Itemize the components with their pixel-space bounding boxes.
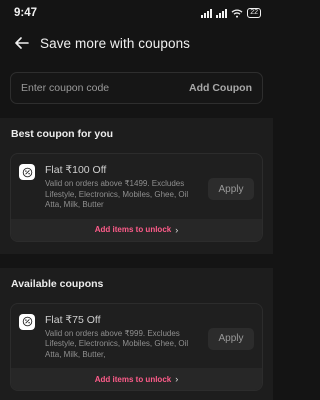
coupon-description: Valid on orders above ₹1499. Excludes Li…	[45, 179, 189, 209]
header: Save more with coupons	[0, 28, 273, 58]
add-items-to-unlock-link[interactable]: Add items to unlock ›	[11, 368, 262, 390]
arrow-left-icon	[15, 37, 29, 49]
unlock-label: Add items to unlock	[94, 374, 172, 384]
coupon-logo-icon	[19, 164, 35, 180]
best-coupon-section: Best coupon for you Flat ₹100 Off Valid …	[0, 118, 273, 254]
coupon-card-body: Flat ₹100 Off Valid on orders above ₹149…	[11, 154, 262, 219]
chevron-right-icon: ›	[175, 224, 179, 235]
back-button[interactable]	[12, 33, 32, 53]
section-title: Best coupon for you	[11, 128, 114, 140]
coupon-title: Flat ₹75 Off	[45, 313, 101, 326]
coupon-card: Flat ₹75 Off Valid on orders above ₹999.…	[10, 302, 263, 391]
add-items-to-unlock-link[interactable]: Add items to unlock ›	[11, 218, 262, 241]
coupon-title: Flat ₹100 Off	[45, 164, 107, 176]
battery-level: 22	[250, 9, 258, 16]
apply-button[interactable]: Apply	[208, 178, 254, 200]
unlock-label: Add items to unlock	[94, 225, 172, 234]
status-time: 9:47	[14, 7, 38, 19]
section-title: Available coupons	[11, 277, 104, 290]
chevron-right-icon: ›	[175, 374, 179, 384]
coupon-card-body: Flat ₹75 Off Valid on orders above ₹999.…	[11, 304, 262, 369]
signal-icon-2	[216, 8, 228, 18]
add-coupon-button[interactable]: Add Coupon	[189, 82, 252, 94]
battery-icon: 22	[247, 8, 261, 18]
coupon-logo-icon	[19, 313, 35, 330]
page-title: Save more with coupons	[40, 35, 191, 51]
available-coupons-section: Available coupons Flat ₹75 Off Valid on …	[0, 267, 273, 400]
signal-icon	[201, 8, 213, 18]
coupon-input-row: Add Coupon	[10, 72, 263, 104]
apply-button[interactable]: Apply	[208, 327, 254, 350]
status-icons: 22	[201, 8, 261, 18]
coupon-code-input[interactable]	[21, 82, 171, 94]
coupon-description: Valid on orders above ₹999. Excludes Lif…	[45, 328, 189, 359]
status-bar: 9:47 22	[0, 0, 273, 26]
wifi-icon	[231, 8, 243, 18]
coupon-card: Flat ₹100 Off Valid on orders above ₹149…	[10, 153, 263, 242]
